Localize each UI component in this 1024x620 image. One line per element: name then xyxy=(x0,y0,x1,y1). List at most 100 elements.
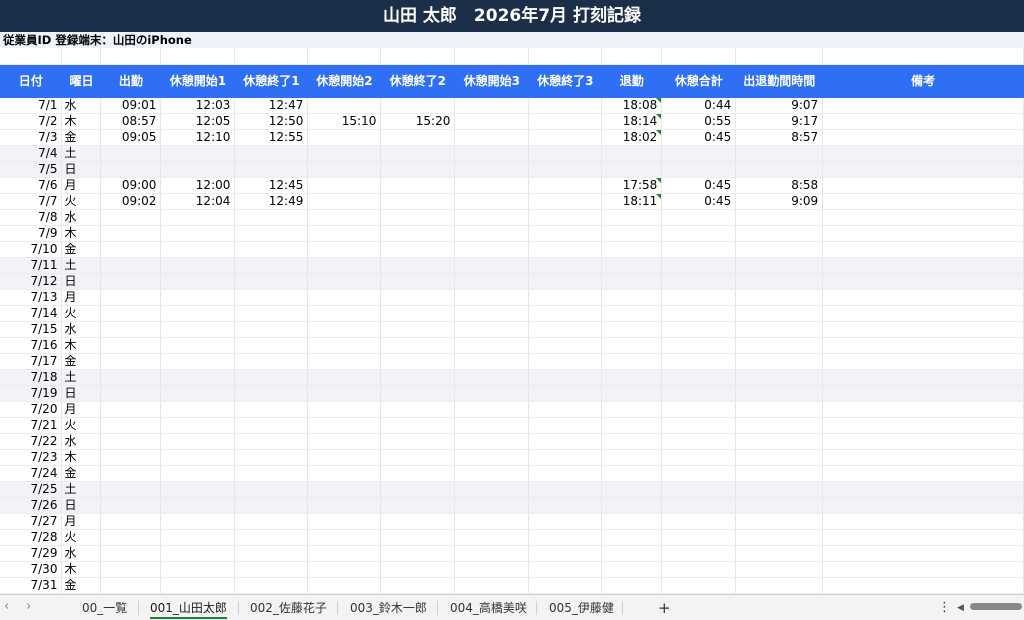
clock-in-cell[interactable] xyxy=(100,577,162,594)
break-end-2-cell[interactable] xyxy=(380,561,456,578)
break-start-1-cell[interactable]: 12:05 xyxy=(160,113,236,130)
tab-suzuki-ichiro[interactable]: 003_鈴木一郎 xyxy=(350,599,427,617)
break-start-2-cell[interactable] xyxy=(307,561,382,578)
work-span-cell[interactable] xyxy=(735,145,824,162)
note-cell[interactable] xyxy=(822,289,1024,306)
column-header[interactable]: 出勤 xyxy=(100,64,162,98)
break-end-2-cell[interactable] xyxy=(380,497,456,514)
break-total-cell[interactable] xyxy=(661,289,737,306)
break-total-cell[interactable] xyxy=(661,369,737,386)
work-span-cell[interactable] xyxy=(735,465,824,482)
break-end-2-cell[interactable] xyxy=(380,257,456,274)
clock-in-cell[interactable] xyxy=(100,369,162,386)
break-start-2-cell[interactable] xyxy=(307,337,382,354)
clock-in-cell[interactable] xyxy=(100,353,162,370)
work-span-cell[interactable]: 9:07 xyxy=(735,98,824,114)
break-start-1-cell[interactable] xyxy=(160,545,236,562)
work-span-cell[interactable] xyxy=(735,209,824,226)
break-start-3-cell[interactable] xyxy=(454,369,530,386)
weekday-cell[interactable]: 水 xyxy=(61,545,102,562)
work-span-cell[interactable] xyxy=(735,481,824,498)
date-cell[interactable]: 7/25 xyxy=(0,481,63,498)
date-cell[interactable]: 7/27 xyxy=(0,513,63,530)
weekday-cell[interactable]: 月 xyxy=(61,401,102,418)
break-end-3-cell[interactable] xyxy=(528,401,603,418)
break-start-1-cell[interactable]: 12:03 xyxy=(160,98,236,114)
note-cell[interactable] xyxy=(822,177,1024,194)
break-end-3-cell[interactable] xyxy=(528,465,603,482)
clock-in-cell[interactable] xyxy=(100,161,162,178)
break-total-cell[interactable]: 0:45 xyxy=(661,177,737,194)
break-end-1-cell[interactable] xyxy=(234,529,309,546)
clock-in-cell[interactable] xyxy=(100,513,162,530)
break-start-2-cell[interactable] xyxy=(307,529,382,546)
tab-yamada-taro[interactable]: 001_山田太郎 xyxy=(150,599,227,619)
break-end-3-cell[interactable] xyxy=(528,289,603,306)
clock-out-cell[interactable] xyxy=(601,497,663,514)
break-total-cell[interactable] xyxy=(661,385,737,402)
break-end-3-cell[interactable] xyxy=(528,113,603,130)
break-end-3-cell[interactable] xyxy=(528,513,603,530)
weekday-cell[interactable]: 金 xyxy=(61,241,102,258)
break-start-3-cell[interactable] xyxy=(454,417,530,434)
break-start-1-cell[interactable] xyxy=(160,241,236,258)
break-start-2-cell[interactable] xyxy=(307,401,382,418)
break-end-2-cell[interactable] xyxy=(380,209,456,226)
clock-in-cell[interactable] xyxy=(100,497,162,514)
note-cell[interactable] xyxy=(822,465,1024,482)
work-span-cell[interactable] xyxy=(735,529,824,546)
break-end-1-cell[interactable] xyxy=(234,401,309,418)
clock-in-cell[interactable] xyxy=(100,449,162,466)
note-cell[interactable] xyxy=(822,417,1024,434)
note-cell[interactable] xyxy=(822,545,1024,562)
break-end-3-cell[interactable] xyxy=(528,129,603,146)
break-start-1-cell[interactable] xyxy=(160,449,236,466)
column-header[interactable]: 備考 xyxy=(822,64,1024,98)
weekday-cell[interactable]: 月 xyxy=(61,177,102,194)
weekday-cell[interactable]: 火 xyxy=(61,193,102,210)
date-cell[interactable]: 7/30 xyxy=(0,561,63,578)
scrollbar-thumb[interactable] xyxy=(970,603,1022,610)
note-cell[interactable] xyxy=(822,529,1024,546)
break-total-cell[interactable]: 0:45 xyxy=(661,129,737,146)
break-end-2-cell[interactable] xyxy=(380,305,456,322)
column-header[interactable]: 退勤 xyxy=(601,64,663,98)
break-total-cell[interactable] xyxy=(661,401,737,418)
break-start-2-cell[interactable] xyxy=(307,497,382,514)
break-end-2-cell[interactable]: 15:20 xyxy=(380,113,456,130)
break-end-1-cell[interactable]: 12:47 xyxy=(234,98,309,114)
break-end-3-cell[interactable] xyxy=(528,225,603,242)
work-span-cell[interactable] xyxy=(735,321,824,338)
clock-out-cell[interactable] xyxy=(601,481,663,498)
break-total-cell[interactable] xyxy=(661,449,737,466)
break-end-2-cell[interactable] xyxy=(380,417,456,434)
break-start-1-cell[interactable] xyxy=(160,369,236,386)
break-start-3-cell[interactable] xyxy=(454,353,530,370)
note-cell[interactable] xyxy=(822,433,1024,450)
note-cell[interactable] xyxy=(822,113,1024,130)
work-span-cell[interactable]: 8:57 xyxy=(735,129,824,146)
break-end-2-cell[interactable] xyxy=(380,241,456,258)
weekday-cell[interactable]: 金 xyxy=(61,353,102,370)
break-start-2-cell[interactable]: 15:10 xyxy=(307,113,382,130)
break-total-cell[interactable] xyxy=(661,305,737,322)
horizontal-scrollbar[interactable] xyxy=(962,603,1022,611)
break-total-cell[interactable] xyxy=(661,561,737,578)
break-start-3-cell[interactable] xyxy=(454,401,530,418)
break-end-1-cell[interactable] xyxy=(234,545,309,562)
break-start-1-cell[interactable] xyxy=(160,305,236,322)
clock-out-cell[interactable] xyxy=(601,241,663,258)
clock-in-cell[interactable] xyxy=(100,417,162,434)
date-cell[interactable]: 7/16 xyxy=(0,337,63,354)
note-cell[interactable] xyxy=(822,145,1024,162)
break-start-3-cell[interactable] xyxy=(454,385,530,402)
break-start-2-cell[interactable] xyxy=(307,225,382,242)
clock-in-cell[interactable] xyxy=(100,529,162,546)
break-total-cell[interactable] xyxy=(661,225,737,242)
date-cell[interactable]: 7/26 xyxy=(0,497,63,514)
clock-out-cell[interactable] xyxy=(601,385,663,402)
clock-out-cell[interactable] xyxy=(601,417,663,434)
work-span-cell[interactable] xyxy=(735,433,824,450)
break-end-3-cell[interactable] xyxy=(528,385,603,402)
break-total-cell[interactable] xyxy=(661,465,737,482)
